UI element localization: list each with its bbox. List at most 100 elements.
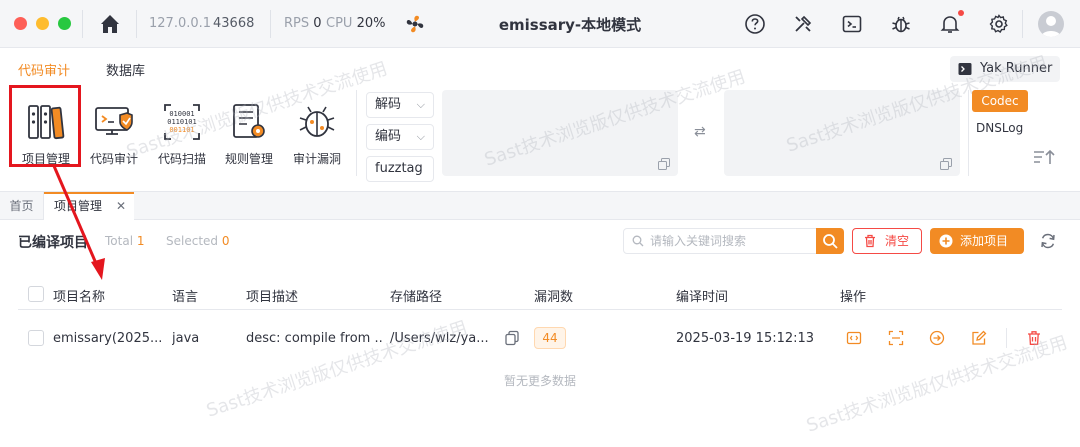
highlight-annotation (9, 85, 81, 167)
yak-runner-label: Yak Runner (980, 61, 1053, 76)
cpu-label: CPU (326, 16, 353, 31)
window-close-button[interactable] (14, 17, 27, 30)
tools-icon[interactable] (791, 12, 815, 36)
search-icon (632, 235, 644, 247)
table-row[interactable]: emissary(2025... java desc: compile from… (18, 312, 1062, 364)
no-more-data: 暂无更多数据 (503, 374, 576, 388)
tool-audit-vuln[interactable]: 审计漏洞 (285, 102, 349, 172)
column-header: 编译时间 (676, 290, 729, 305)
search-input[interactable]: 请输入关键词搜索 (623, 228, 843, 254)
tab-database[interactable]: 数据库 (106, 60, 145, 79)
compile-time: 2025-03-19 15:12:13 (676, 331, 815, 346)
main-toolbar: 代码审计 数据库 项目管理 代码审计 010001 0110101 001101… (0, 48, 1080, 192)
yak-runner-button[interactable]: Yak Runner (950, 56, 1060, 82)
tab-code-audit[interactable]: 代码审计 (18, 60, 70, 79)
vuln-count-badge[interactable]: 44 (534, 327, 566, 349)
copy-icon[interactable] (658, 158, 670, 170)
row-checkbox[interactable] (28, 330, 44, 346)
search-icon (823, 234, 838, 249)
dnslog-link[interactable]: DNSLog (976, 121, 1023, 135)
code-audit-icon (94, 102, 134, 142)
tool-code-audit[interactable]: 代码审计 (82, 102, 146, 172)
toolbar-divider (968, 90, 969, 176)
copy-icon[interactable] (504, 330, 520, 346)
tab-label: 项目管理 (54, 199, 103, 213)
bug-icon[interactable] (889, 12, 913, 36)
clear-button[interactable]: 清空 (852, 228, 922, 254)
encode-dropdown[interactable]: 编码 ⌵ (366, 124, 434, 150)
codec-tag[interactable]: Codec (972, 90, 1028, 112)
tool-label: 代码审计 (89, 152, 138, 166)
terminal-icon[interactable] (840, 12, 864, 36)
code-scan-icon: 010001 0110101 001101 (162, 102, 202, 142)
clear-label: 清空 (885, 234, 910, 248)
project-name[interactable]: emissary(2025... (53, 331, 165, 346)
add-project-label: 添加项目 (960, 234, 1009, 248)
refresh-icon[interactable] (1038, 231, 1058, 251)
page-title: 已编译项目 (18, 235, 88, 251)
project-language: java (172, 331, 200, 346)
select-all-checkbox[interactable] (28, 286, 44, 302)
title-divider (270, 10, 271, 38)
page-tabs: 首页 项目管理 ✕ (0, 192, 1080, 220)
tab-project-manage[interactable]: 项目管理 ✕ (44, 192, 134, 220)
decode-dropdown[interactable]: 解码 ⌵ (366, 92, 434, 118)
table-header: 项目名称 语言 项目描述 存储路径 漏洞数 编译时间 操作 (18, 278, 1062, 310)
engine-address: 127.0.0.1 (149, 16, 212, 31)
plus-icon (939, 234, 953, 248)
audit-vuln-icon (297, 102, 337, 142)
add-project-button[interactable]: 添加项目 (930, 228, 1024, 254)
chevron-down-icon: ⌵ (416, 98, 425, 111)
column-header: 漏洞数 (534, 290, 574, 305)
search-button[interactable] (816, 228, 844, 254)
project-path: /Users/wlz/ya... (390, 331, 489, 346)
notification-badge (958, 10, 964, 16)
trash-icon[interactable] (1026, 330, 1042, 346)
tool-code-scan[interactable]: 010001 0110101 001101 代码扫描 (150, 102, 214, 172)
close-icon[interactable]: ✕ (116, 194, 126, 218)
help-icon[interactable] (743, 12, 767, 36)
avatar[interactable] (1038, 11, 1064, 37)
toolbar-divider (356, 90, 357, 176)
scan-icon[interactable] (888, 330, 904, 346)
svg-text:001101: 001101 (169, 126, 194, 134)
search-placeholder: 请输入关键词搜索 (650, 234, 747, 248)
engine-port: 43668 (213, 16, 255, 31)
total-label: Total (105, 234, 134, 248)
total-value: 1 (136, 234, 145, 248)
title-bar: 127.0.0.1 43668 RPS 0 CPU 20% emissary-本… (0, 0, 1080, 48)
gear-icon[interactable] (987, 12, 1011, 36)
cpu-indicator: CPU 20% (326, 16, 385, 31)
column-header: 操作 (840, 290, 867, 305)
project-description: desc: compile from ... (246, 331, 382, 346)
edit-icon[interactable] (971, 330, 987, 346)
home-icon[interactable] (96, 10, 124, 38)
column-header[interactable]: 项目名称 (53, 286, 105, 305)
title-divider (136, 10, 137, 38)
tool-rule-manage[interactable]: 规则管理 (217, 102, 281, 172)
tab-home[interactable]: 首页 (0, 192, 44, 220)
swap-icon[interactable]: ⇄ (694, 124, 706, 140)
codec-output-area[interactable] (724, 90, 960, 176)
bell-icon[interactable] (938, 12, 962, 36)
svg-text:010001: 010001 (169, 110, 194, 118)
copy-icon[interactable] (940, 158, 952, 170)
encode-label: 编码 (375, 129, 402, 144)
window-maximize-button[interactable] (58, 17, 71, 30)
tool-label: 审计漏洞 (292, 152, 341, 166)
window-minimize-button[interactable] (36, 17, 49, 30)
svg-text:0110101: 0110101 (167, 118, 197, 126)
trash-icon (865, 234, 875, 248)
rps-indicator: RPS 0 (284, 16, 322, 31)
sort-icon[interactable] (1032, 146, 1056, 168)
fuzztag-button[interactable]: fuzztag (366, 156, 434, 182)
app-title: emissary-本地模式 (498, 16, 642, 34)
terminal-icon (958, 63, 972, 75)
title-divider (1022, 10, 1023, 38)
code-view-icon[interactable] (846, 330, 862, 346)
codec-input-area[interactable] (442, 90, 678, 176)
arrow-right-circle-icon[interactable] (929, 330, 945, 346)
decode-label: 解码 (375, 97, 402, 112)
column-header: 语言 (172, 290, 199, 305)
selected-label: Selected (166, 234, 219, 248)
